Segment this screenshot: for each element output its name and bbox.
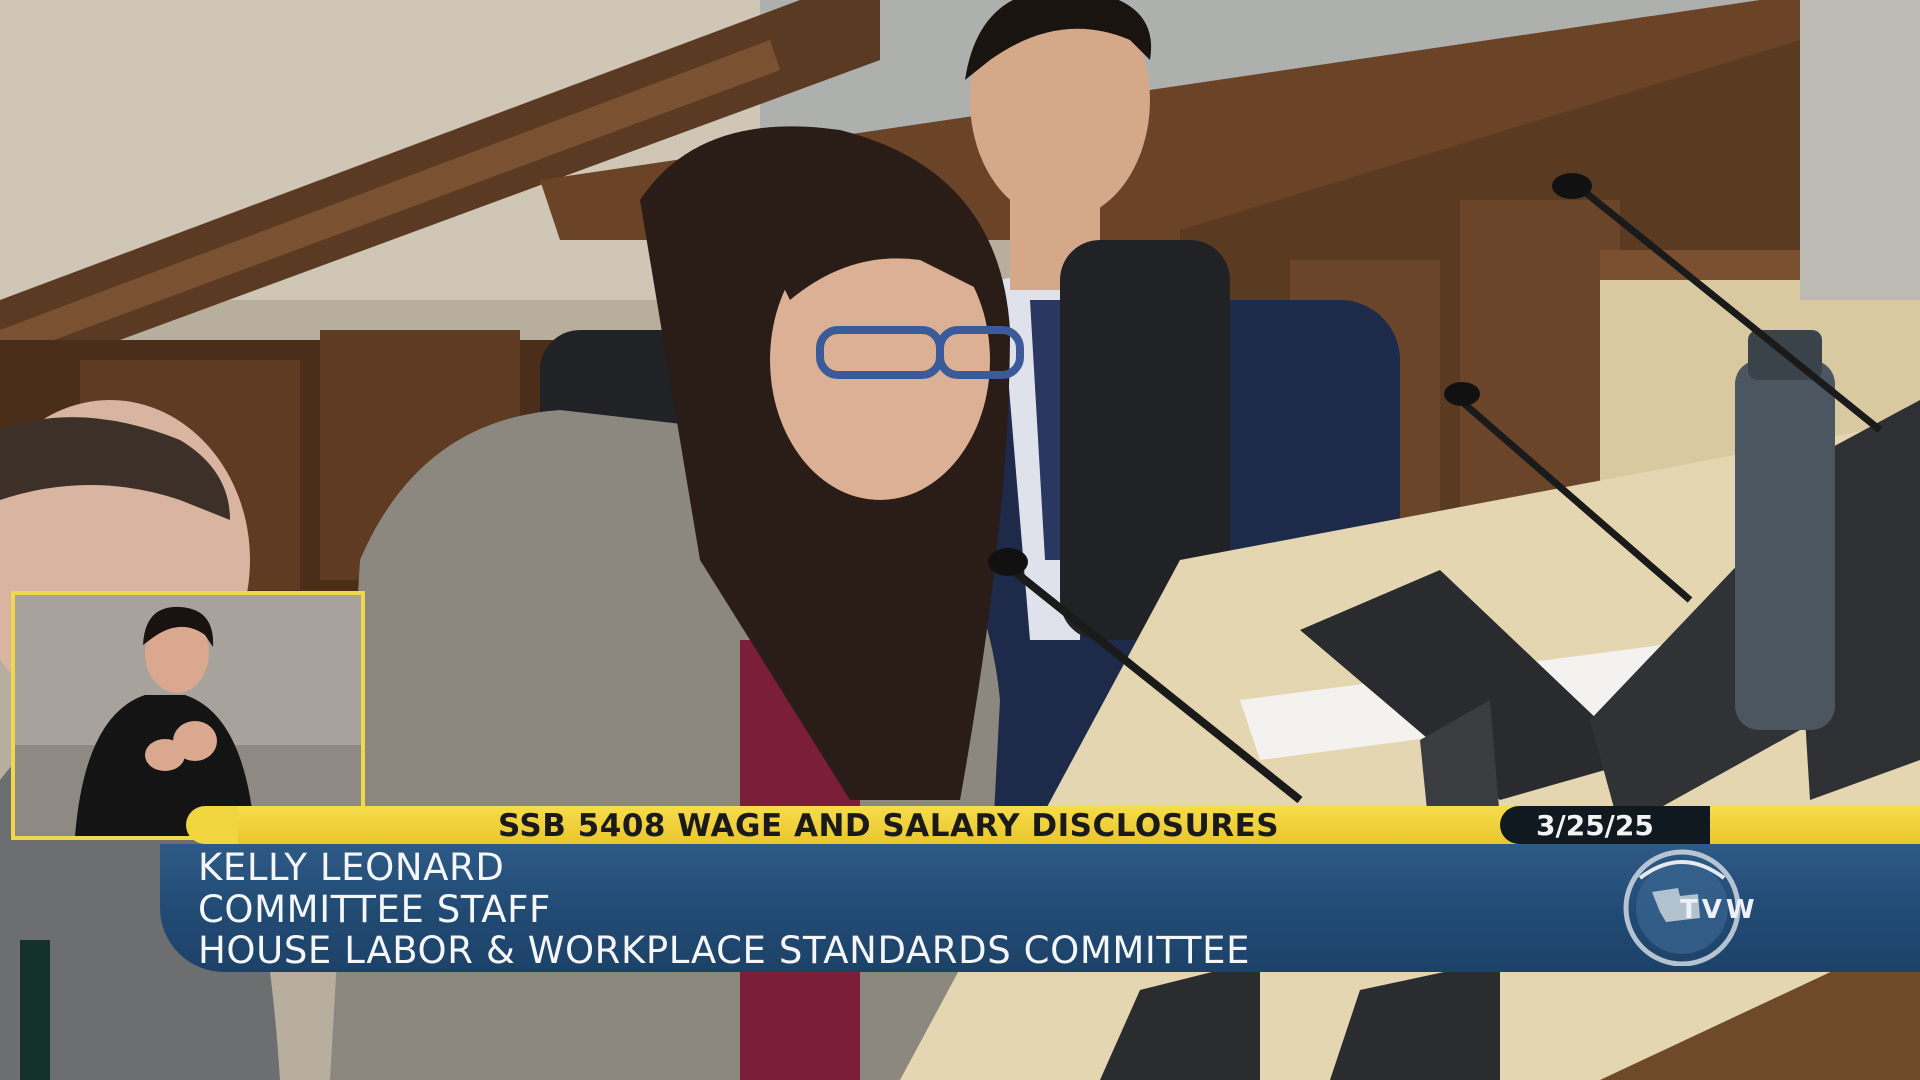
sign-language-interpreter-inset (11, 591, 365, 840)
speaker-name: KELLY LEONARD (198, 846, 505, 889)
interpreter-image (15, 595, 361, 836)
tvw-logo-icon: TVW (1623, 849, 1759, 966)
speaker-role: COMMITTEE STAFF (198, 888, 551, 931)
broadcast-date: 3/25/25 (1536, 809, 1654, 842)
tvw-logo-text: TVW (1680, 895, 1759, 925)
speaker-affiliation: HOUSE LABOR & WORKPLACE STANDARDS COMMIT… (198, 929, 1251, 972)
bill-title: SSB 5408 WAGE AND SALARY DISCLOSURES (498, 808, 1280, 844)
